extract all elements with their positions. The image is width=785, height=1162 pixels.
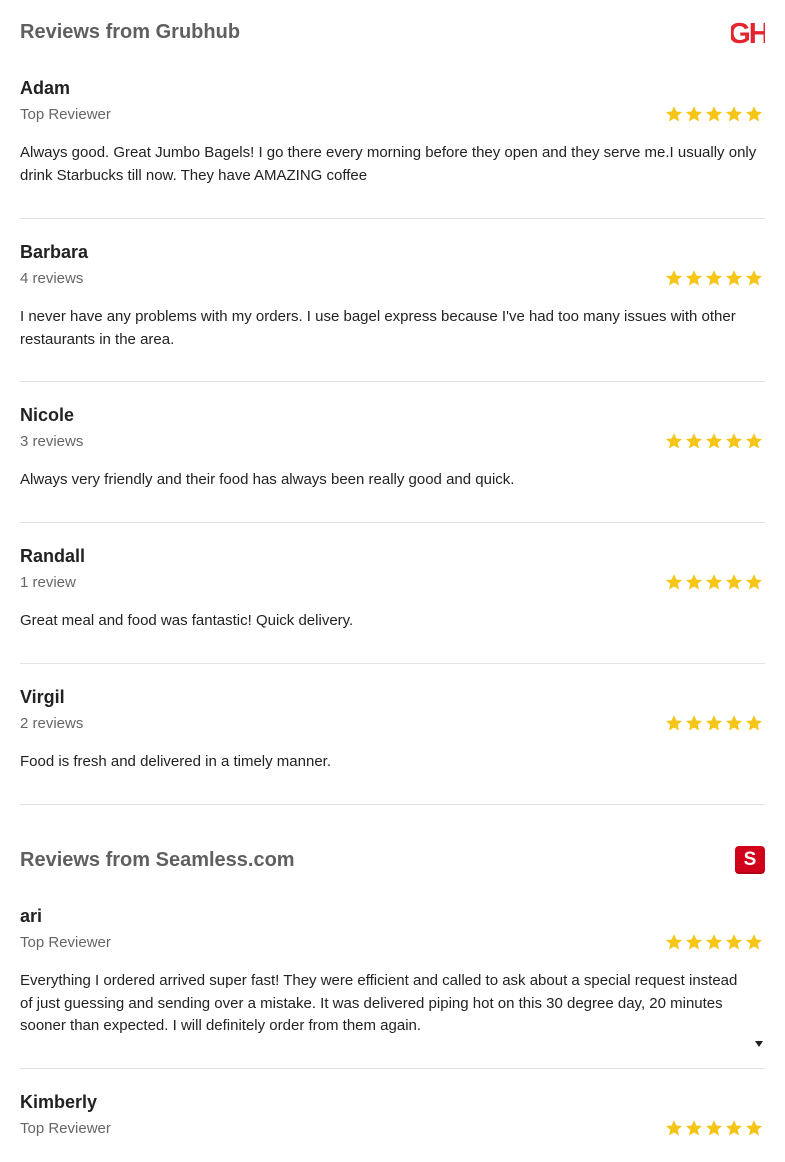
star-icon [725,1120,743,1136]
star-icon [725,270,743,286]
star-icon [685,106,703,122]
reviewer-meta: Top Reviewer [20,106,111,123]
star-icon [745,433,763,449]
star-rating [665,573,763,591]
review-text: Everything I ordered arrived super fast!… [20,972,738,1034]
star-icon [745,574,763,590]
seamless-section-header: Reviews from Seamless.com S [20,844,765,876]
star-icon [705,433,723,449]
star-icon [705,270,723,286]
seamless-logo[interactable]: S [735,846,765,874]
review-text: Great meal and food was fantastic! Quick… [20,612,354,629]
star-icon [725,433,743,449]
star-icon [745,270,763,286]
star-icon [725,934,743,950]
star-icon [705,934,723,950]
review-card: Virgil 2 reviews Food is fresh and deliv… [20,686,765,805]
star-icon [665,574,683,590]
star-icon [685,934,703,950]
reviewer-meta: 1 review [20,574,76,591]
reviewer-name[interactable]: Randall [20,545,85,567]
star-rating [665,269,763,287]
star-icon [685,270,703,286]
reviewer-meta: Top Reviewer [20,1120,111,1137]
star-icon [685,1120,703,1136]
star-icon [665,1120,683,1136]
review-text: I never have any problems with my orders… [20,308,736,348]
review-text: Always good. Great Jumbo Bagels! I go th… [20,144,757,184]
star-icon [725,574,743,590]
star-icon [705,1120,723,1136]
review-card: ari Top Reviewer Everything I ordered ar… [20,905,765,1069]
review-text: Always very friendly and their food has … [20,471,515,488]
star-icon [665,433,683,449]
caret-down-icon[interactable] [755,1041,763,1047]
review-card: Adam Top Reviewer Always good. Great Jum… [20,77,765,219]
star-rating [665,432,763,450]
reviewer-name[interactable]: Adam [20,77,70,99]
reviewer-name[interactable]: Barbara [20,241,88,263]
reviewer-name[interactable]: Nicole [20,404,74,426]
reviewer-meta: 4 reviews [20,270,84,287]
star-rating [665,714,763,732]
star-icon [665,715,683,731]
seamless-section-title: Reviews from Seamless.com [20,849,295,871]
reviews-page: Reviews from Grubhub GH Adam Top Reviewe… [0,0,785,1162]
reviewer-name[interactable]: ari [20,905,42,927]
star-icon [745,106,763,122]
grubhub-section-header: Reviews from Grubhub GH [20,16,765,48]
star-icon [745,934,763,950]
grubhub-section-title: Reviews from Grubhub [20,21,241,43]
star-icon [745,1120,763,1136]
reviewer-meta: 2 reviews [20,715,84,732]
star-rating [665,1119,763,1137]
star-icon [685,433,703,449]
review-card: Barbara 4 reviews I never have any probl… [20,241,765,382]
review-card: Kimberly Top Reviewer [20,1091,765,1162]
review-card: Nicole 3 reviews Always very friendly an… [20,404,765,523]
reviewer-name[interactable]: Virgil [20,686,65,708]
star-rating [665,105,763,123]
grubhub-logo-text: GH [731,18,765,47]
star-icon [665,270,683,286]
star-icon [725,715,743,731]
review-card: Randall 1 review Great meal and food was… [20,545,765,664]
reviewer-meta: 3 reviews [20,433,84,450]
reviewer-name[interactable]: Kimberly [20,1091,97,1113]
star-icon [685,715,703,731]
star-rating [665,933,763,951]
star-icon [725,106,743,122]
star-icon [745,715,763,731]
star-icon [665,106,683,122]
star-icon [705,574,723,590]
review-text: Food is fresh and delivered in a timely … [20,753,331,770]
star-icon [705,715,723,731]
grubhub-logo[interactable]: GH [731,17,765,47]
star-icon [665,934,683,950]
star-icon [685,574,703,590]
star-icon [705,106,723,122]
reviewer-meta: Top Reviewer [20,934,111,951]
